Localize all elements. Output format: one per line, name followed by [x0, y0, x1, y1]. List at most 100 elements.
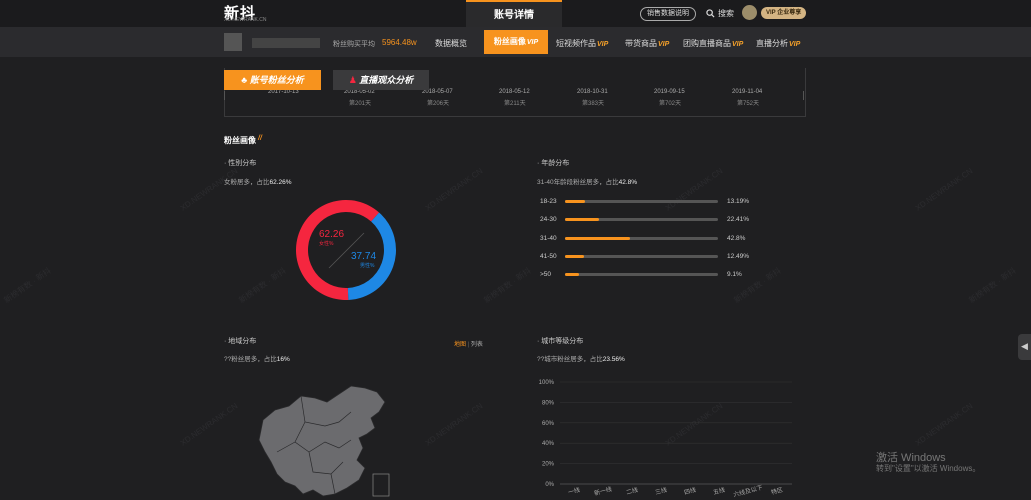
x-tick-label: 特区	[770, 486, 784, 497]
subtab-live-audience[interactable]: ♟ 直播观众分析	[333, 70, 429, 90]
x-tick-label: 一线	[567, 486, 581, 497]
y-tick-label: 0%	[545, 482, 554, 488]
age-bar-percent: 9.1%	[727, 271, 742, 278]
x-tick-label: 四线	[683, 486, 697, 497]
vip-tag: VIP	[658, 41, 670, 48]
timeline-tick	[803, 91, 804, 100]
age-bar-row: 31-40 42.8%	[540, 235, 790, 243]
tab-label: 带货商品	[625, 39, 657, 48]
tab-goods[interactable]: 带货商品VIP	[625, 38, 669, 49]
age-title-text: 年龄分布	[541, 160, 570, 167]
age-bar-fill	[565, 237, 631, 240]
y-tick-label: 20%	[542, 462, 555, 468]
watermark: 新榜有数 · 新抖	[482, 266, 533, 305]
age-bar-track	[565, 218, 718, 221]
age-bar-label: 41-50	[540, 253, 557, 260]
watermark: XD.NEWRANK.CN	[178, 401, 240, 448]
gender-donut-chart: 62.26 女性% 37.74 男性%	[295, 199, 396, 300]
y-tick-label: 100%	[539, 380, 555, 386]
subtab-label: 账号粉丝分析	[249, 75, 304, 85]
tab-label: 直播分析	[756, 39, 788, 48]
x-tick-label: 二线	[625, 486, 639, 497]
age-bar-fill	[565, 218, 600, 221]
age-desc-value: 42.8%	[618, 179, 638, 186]
age-bar-label: >50	[540, 271, 552, 278]
region-view-toggle: 地图 | 列表	[454, 342, 483, 348]
region-title-text: 地域分布	[228, 338, 257, 345]
city-title-text: 城市等级分布	[541, 338, 584, 345]
tab-overview[interactable]: 数据概览	[435, 38, 467, 49]
city-level-chart: 100% 80% 60% 40% 20% 0% 一线 新一线 二线 三线 四线 五线 六线及以下 特区	[539, 380, 792, 499]
tab-fans-portrait[interactable]: 粉丝画像VIP	[484, 30, 548, 54]
x-tick-label: 五线	[712, 486, 726, 497]
age-bar-row: 24-30 22.41%	[540, 216, 790, 224]
age-bar-percent: 13.19%	[727, 198, 750, 205]
account-avatar-blurred	[224, 33, 242, 51]
vip-badge[interactable]: VIP 企业尊享	[761, 7, 807, 19]
list-toggle[interactable]: 列表	[471, 342, 483, 348]
male-label: 男性%	[360, 262, 375, 269]
city-desc: ??城市粉丝居多，占比23.56%	[537, 353, 625, 363]
watermark: XD.NEWRANK.CN	[913, 166, 975, 213]
timeline-date: 2019-09-15	[654, 89, 685, 95]
fans-value: 5964.48w	[382, 38, 417, 47]
tab-short-videos[interactable]: 短视频作品VIP	[556, 38, 608, 49]
search-button[interactable]: 搜索	[706, 8, 734, 19]
gender-desc: 女粉居多，占比62.26%	[224, 176, 292, 186]
age-bar-percent: 22.41%	[727, 216, 750, 223]
person-icon: ♟	[348, 75, 360, 85]
region-desc-text: ??粉丝居多，占比	[224, 356, 277, 363]
watermark: XD.NEWRANK.CN	[423, 401, 485, 448]
vip-tag: VIP	[789, 41, 801, 48]
gender-title-text: 性别分布	[228, 160, 257, 167]
vip-tag: VIP	[526, 39, 539, 46]
age-bar-label: 24-30	[540, 216, 557, 223]
female-value: 62.26	[319, 229, 344, 240]
section-decoration-icon: //	[258, 135, 262, 142]
china-map[interactable]	[255, 382, 400, 500]
timeline-day: 第383天	[582, 101, 605, 107]
watermark: 新榜有数 · 新抖	[2, 266, 53, 305]
age-bar-track	[565, 200, 718, 203]
watermark: XD.NEWRANK.CN	[913, 401, 975, 448]
timeline-day: 第752天	[737, 101, 760, 107]
avatar[interactable]	[742, 5, 757, 20]
y-tick-label: 60%	[542, 421, 555, 427]
city-desc-value: 23.56%	[602, 356, 625, 363]
windows-activate-desc: 转到"设置"以激活 Windows。	[876, 464, 981, 473]
gender-title: · 性别分布	[224, 160, 257, 167]
section-title: 粉丝画像	[224, 136, 256, 145]
subtab-account-fans[interactable]: ♣ 账号粉丝分析	[224, 70, 321, 90]
timeline-day: 第702天	[659, 101, 682, 107]
age-bar-fill	[565, 255, 585, 258]
gender-desc-value: 62.26%	[269, 179, 292, 186]
china-map-shape	[258, 385, 386, 497]
age-bar-track	[565, 237, 718, 240]
side-collapse-tab[interactable]: ◀	[1018, 334, 1031, 360]
tab-live-analysis[interactable]: 直播分析VIP	[756, 38, 800, 49]
age-desc-text: 31-40年龄段粉丝居多，占比	[537, 179, 619, 186]
age-bar-track	[565, 273, 718, 276]
age-bar-label: 18-23	[540, 198, 557, 205]
search-icon	[706, 9, 715, 18]
map-toggle[interactable]: 地图	[454, 342, 466, 348]
age-bar-row: >50 9.1%	[540, 271, 790, 279]
tab-label: 短视频作品	[556, 39, 596, 48]
age-bar-track	[565, 255, 718, 258]
female-label: 女性%	[319, 240, 334, 247]
tab-group-live-goods[interactable]: 团购直播商品VIP	[683, 38, 743, 49]
x-tick-label: 六线及以下	[732, 483, 763, 498]
fans-icon: ♣	[241, 75, 250, 85]
region-desc: ??粉丝居多，占比16%	[224, 353, 290, 363]
watermark: XD.NEWRANK.CN	[178, 166, 240, 213]
region-title: · 地域分布	[224, 338, 257, 345]
timeline-date: 2019-11-04	[732, 89, 763, 95]
sales-help-button[interactable]: 销售数据说明	[640, 7, 696, 21]
tab-label: 团购直播商品	[683, 39, 731, 48]
gender-desc-text: 女粉居多，占比	[224, 179, 270, 186]
age-bar-fill	[565, 273, 579, 276]
city-title: · 城市等级分布	[537, 338, 584, 345]
x-tick-label: 三线	[654, 486, 668, 497]
city-desc-text: ??城市粉丝居多，占比	[537, 356, 603, 363]
page-title: 账号详情	[494, 10, 534, 21]
